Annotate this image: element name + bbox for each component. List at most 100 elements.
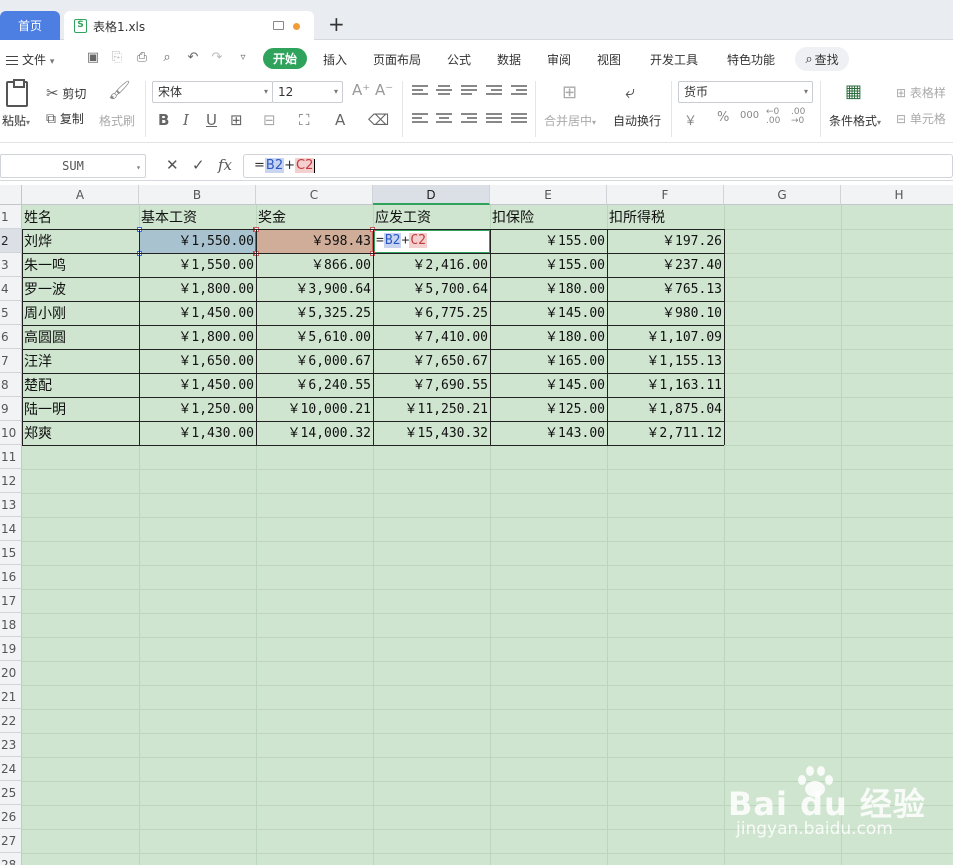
decrease-font-icon[interactable]: A⁻: [375, 81, 393, 99]
amount-cell[interactable]: ￥1,155.13: [607, 349, 724, 373]
row-header-2[interactable]: 2: [0, 229, 22, 253]
spreadsheet-grid[interactable]: A B C D E F G H 1 2 3 4 5 6 7 8 9 10 11 12 13 14 15 16 17 18 19 20 2…: [0, 185, 953, 865]
menu-data[interactable]: 数据: [497, 51, 521, 68]
menu-page-layout[interactable]: 页面布局: [373, 51, 421, 68]
paste-button[interactable]: 粘贴▾: [2, 112, 30, 129]
menu-view[interactable]: 视图: [597, 51, 621, 68]
header-cell[interactable]: 基本工资: [139, 205, 256, 229]
amount-cell[interactable]: ￥180.00: [490, 325, 607, 349]
customize-dropdown-icon[interactable]: ▿: [236, 51, 250, 65]
save-icon[interactable]: ▣: [86, 51, 100, 65]
number-format-select[interactable]: 货币 ▾: [678, 81, 813, 103]
name-cell[interactable]: 罗一波: [22, 277, 139, 301]
align-center-icon[interactable]: [436, 113, 452, 125]
font-name-select[interactable]: 宋体 ▾: [152, 81, 273, 103]
amount-cell[interactable]: ￥1,450.00: [139, 373, 256, 397]
row-header-25[interactable]: 25: [0, 781, 22, 805]
amount-cell[interactable]: ￥765.13: [607, 277, 724, 301]
amount-cell[interactable]: ￥10,000.21: [256, 397, 373, 421]
align-bottom-icon[interactable]: [461, 85, 477, 97]
wrap-text-button[interactable]: 自动换行: [613, 112, 661, 129]
row-header-9[interactable]: 9: [0, 397, 22, 421]
row-header-11[interactable]: 11: [0, 445, 22, 469]
menu-review[interactable]: 审阅: [547, 51, 571, 68]
row-header-16[interactable]: 16: [0, 565, 22, 589]
cut-button[interactable]: ✂ 剪切: [46, 84, 86, 102]
amount-cell[interactable]: ￥7,410.00: [373, 325, 490, 349]
font-size-select[interactable]: 12 ▾: [272, 81, 343, 103]
align-right-icon[interactable]: [461, 113, 477, 125]
column-header-g[interactable]: G: [724, 185, 841, 205]
menu-developer[interactable]: 开发工具: [650, 51, 698, 68]
increase-font-icon[interactable]: A⁺: [352, 81, 370, 99]
menu-file[interactable]: 文件 ▾: [6, 51, 54, 68]
amount-cell[interactable]: ￥197.26: [607, 229, 724, 253]
editing-formula-text[interactable]: =B2+C2: [376, 230, 427, 252]
indent-decrease-icon[interactable]: [486, 85, 502, 97]
distributed-icon[interactable]: [511, 113, 527, 125]
amount-cell[interactable]: ￥598.43: [256, 229, 373, 253]
fill-color-icon[interactable]: ⛶: [299, 111, 310, 129]
cancel-icon[interactable]: ✕: [166, 156, 179, 174]
row-header-26[interactable]: 26: [0, 805, 22, 829]
clear-eraser-icon[interactable]: ⌫: [368, 111, 389, 129]
amount-cell[interactable]: ￥6,240.55: [256, 373, 373, 397]
row-header-24[interactable]: 24: [0, 757, 22, 781]
amount-cell[interactable]: ￥6,000.67: [256, 349, 373, 373]
header-cell[interactable]: 姓名: [22, 205, 139, 229]
row-header-19[interactable]: 19: [0, 637, 22, 661]
amount-cell[interactable]: ￥5,610.00: [256, 325, 373, 349]
header-cell[interactable]: 奖金: [256, 205, 373, 229]
increase-decimal-icon[interactable]: ←0.00: [766, 108, 780, 126]
menu-insert[interactable]: 插入: [323, 51, 347, 68]
row-header-22[interactable]: 22: [0, 709, 22, 733]
amount-cell[interactable]: ￥1,450.00: [139, 301, 256, 325]
header-cell[interactable]: 扣保险: [490, 205, 607, 229]
align-left-icon[interactable]: [412, 113, 428, 125]
table-style-button[interactable]: ⊞ 表格样: [896, 84, 946, 101]
row-header-28[interactable]: 28: [0, 853, 22, 865]
amount-cell[interactable]: ￥11,250.21: [373, 397, 490, 421]
export-icon[interactable]: ⎘: [110, 51, 124, 65]
tab-home[interactable]: 首页: [0, 11, 60, 40]
row-header-5[interactable]: 5: [0, 301, 22, 325]
amount-cell[interactable]: ￥5,325.25: [256, 301, 373, 325]
amount-cell[interactable]: ￥165.00: [490, 349, 607, 373]
menu-formulas[interactable]: 公式: [447, 51, 471, 68]
amount-cell[interactable]: ￥1,163.11: [607, 373, 724, 397]
amount-cell[interactable]: ￥155.00: [490, 253, 607, 277]
redo-icon[interactable]: ↷: [210, 51, 224, 65]
new-tab-plus-icon[interactable]: +: [328, 14, 345, 34]
header-cell[interactable]: 应发工资: [373, 205, 490, 229]
row-header-7[interactable]: 7: [0, 349, 22, 373]
menu-start[interactable]: 开始: [263, 48, 307, 69]
paste-icon[interactable]: [6, 79, 28, 107]
row-header-23[interactable]: 23: [0, 733, 22, 757]
name-cell[interactable]: 朱一鸣: [22, 253, 139, 277]
name-cell[interactable]: 陆一明: [22, 397, 139, 421]
row-header-1[interactable]: 1: [0, 205, 22, 229]
amount-cell[interactable]: ￥5,700.64: [373, 277, 490, 301]
name-cell[interactable]: 楚配: [22, 373, 139, 397]
name-box[interactable]: SUM ▾: [0, 154, 146, 178]
row-header-3[interactable]: 3: [0, 253, 22, 277]
amount-cell[interactable]: ￥1,107.09: [607, 325, 724, 349]
wrap-text-icon[interactable]: ⤶: [625, 82, 635, 103]
select-all-corner[interactable]: [0, 185, 22, 205]
column-header-h[interactable]: H: [841, 185, 953, 205]
justify-icon[interactable]: [486, 113, 502, 125]
percent-icon[interactable]: %: [717, 110, 729, 125]
column-header-e[interactable]: E: [490, 185, 607, 205]
merge-center-icon[interactable]: ⊞: [562, 82, 577, 103]
name-cell[interactable]: 郑爽: [22, 421, 139, 445]
copy-button[interactable]: ⧉ 复制: [46, 110, 84, 127]
row-header-18[interactable]: 18: [0, 613, 22, 637]
amount-cell[interactable]: ￥1,250.00: [139, 397, 256, 421]
amount-cell[interactable]: ￥7,690.55: [373, 373, 490, 397]
row-header-12[interactable]: 12: [0, 469, 22, 493]
row-header-13[interactable]: 13: [0, 493, 22, 517]
amount-cell[interactable]: ￥1,800.00: [139, 277, 256, 301]
amount-cell[interactable]: ￥1,430.00: [139, 421, 256, 445]
menu-special[interactable]: 特色功能: [727, 51, 775, 68]
border-icon[interactable]: ⊞: [230, 111, 243, 129]
